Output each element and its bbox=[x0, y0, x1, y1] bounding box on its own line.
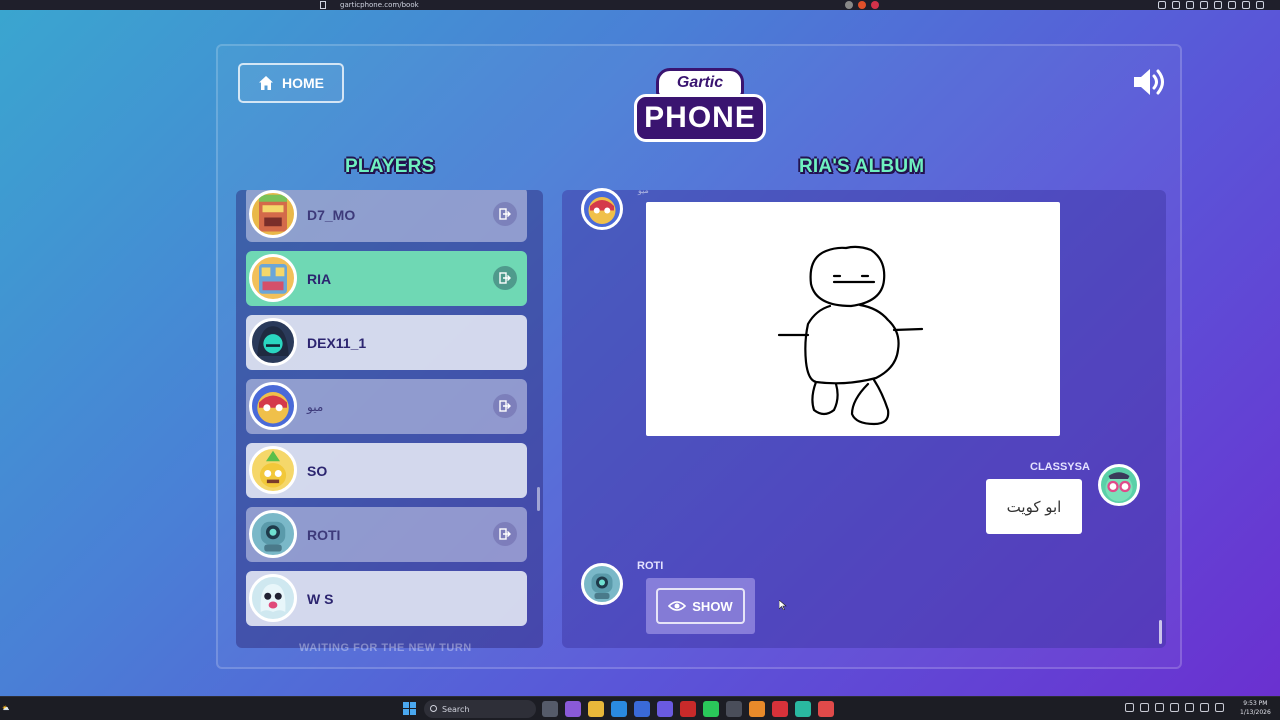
extension-icons bbox=[845, 1, 879, 9]
browser-controls bbox=[1158, 1, 1264, 9]
album-scrollbar[interactable] bbox=[1159, 620, 1162, 644]
exit-icon bbox=[499, 528, 511, 540]
extension-icon[interactable] bbox=[871, 1, 879, 9]
album-drawing bbox=[646, 202, 1060, 436]
sidebar-icon[interactable] bbox=[1186, 1, 1194, 9]
avatar bbox=[249, 510, 297, 558]
player-row: DEX11_1 bbox=[246, 315, 527, 370]
players-heading: PLAYERS bbox=[345, 156, 435, 177]
guess-bubble: ابو كويت bbox=[986, 479, 1082, 534]
taskbar-search[interactable]: Search bbox=[424, 700, 536, 718]
wallet-icon[interactable] bbox=[1214, 1, 1222, 9]
avatar bbox=[249, 574, 297, 622]
avatar bbox=[249, 318, 297, 366]
network-icon[interactable] bbox=[1140, 703, 1149, 712]
file-explorer-icon[interactable] bbox=[588, 701, 604, 717]
player-name: ROTI bbox=[307, 526, 341, 543]
steam-icon[interactable] bbox=[726, 701, 742, 717]
share-icon[interactable] bbox=[845, 1, 853, 9]
avatar bbox=[249, 190, 297, 238]
gartic-phone-logo: Gartic PHONE bbox=[634, 64, 766, 144]
app-icon[interactable] bbox=[795, 701, 811, 717]
address-bar[interactable]: garticphone.com/book bbox=[340, 0, 419, 10]
player-row: D7_MO bbox=[246, 190, 527, 242]
mouse-cursor-icon bbox=[779, 600, 787, 610]
drawing-author: ميو bbox=[638, 186, 649, 195]
player-name: DEX11_1 bbox=[307, 334, 367, 351]
avatar bbox=[249, 446, 297, 494]
outlook-icon[interactable] bbox=[634, 701, 650, 717]
avatar bbox=[249, 382, 297, 430]
task-view-icon[interactable] bbox=[542, 701, 558, 717]
netflix-icon[interactable] bbox=[680, 701, 696, 717]
discord-icon[interactable] bbox=[657, 701, 673, 717]
player-row: SO bbox=[246, 443, 527, 498]
kick-player-button[interactable] bbox=[493, 266, 517, 290]
hidden-entry: SHOW bbox=[646, 578, 755, 634]
guess-text: ابو كويت bbox=[1006, 497, 1062, 516]
weather-widget[interactable]: ⛅ bbox=[2, 705, 9, 712]
exit-icon bbox=[499, 400, 511, 412]
download-icon[interactable] bbox=[1228, 1, 1236, 9]
edge-icon[interactable] bbox=[611, 701, 627, 717]
copilot-icon[interactable] bbox=[565, 701, 581, 717]
eye-icon bbox=[668, 601, 687, 611]
volume-icon[interactable] bbox=[1215, 703, 1224, 712]
waiting-status: WAITING FOR THE NEW TURN bbox=[299, 642, 472, 654]
avatar bbox=[581, 188, 623, 230]
next-author: ROTI bbox=[637, 560, 664, 572]
kick-player-button[interactable] bbox=[493, 394, 517, 418]
players-list[interactable]: D7_MO RIA DEX11_1 ميو SO ROTI W S bbox=[236, 190, 543, 648]
brave-shield-icon[interactable] bbox=[858, 1, 866, 9]
brave-icon[interactable] bbox=[772, 701, 788, 717]
bookmark-icon[interactable] bbox=[320, 1, 326, 9]
chevron-up-icon[interactable] bbox=[1125, 703, 1134, 712]
wifi-icon[interactable] bbox=[1200, 703, 1209, 712]
player-name: D7_MO bbox=[307, 206, 356, 223]
player-name: SO bbox=[307, 462, 328, 479]
app-icon[interactable] bbox=[749, 701, 765, 717]
refresh-icon[interactable] bbox=[1155, 703, 1164, 712]
show-button[interactable]: SHOW bbox=[656, 588, 745, 624]
player-name: W S bbox=[307, 590, 334, 607]
guess-author: CLASSYSA bbox=[1030, 461, 1090, 473]
kick-player-button[interactable] bbox=[493, 202, 517, 226]
exit-icon bbox=[499, 208, 511, 220]
menu-icon[interactable] bbox=[1256, 1, 1264, 9]
exit-icon bbox=[499, 272, 511, 284]
tab-icon[interactable] bbox=[1158, 1, 1166, 9]
music-icon[interactable] bbox=[1172, 1, 1180, 9]
mic-icon[interactable] bbox=[1170, 703, 1179, 712]
whatsapp-icon[interactable] bbox=[703, 701, 719, 717]
search-icon bbox=[430, 705, 437, 712]
language-icon[interactable] bbox=[1185, 703, 1194, 712]
show-label: SHOW bbox=[692, 598, 733, 614]
player-row: ميو bbox=[246, 379, 527, 434]
player-name: RIA bbox=[307, 270, 332, 287]
home-button[interactable]: HOME bbox=[238, 63, 344, 103]
taskbar-clock[interactable]: 9:53 PM 1/13/2026 bbox=[1240, 699, 1271, 717]
window-icon[interactable] bbox=[1200, 1, 1208, 9]
system-tray bbox=[1125, 703, 1224, 712]
home-icon bbox=[259, 76, 273, 90]
windows-taskbar: ⛅ Search 9:53 PM 1/13/2026 bbox=[0, 696, 1280, 720]
home-label: HOME bbox=[282, 75, 324, 91]
document-icon[interactable] bbox=[818, 701, 834, 717]
stick-figure-drawing bbox=[777, 245, 924, 426]
album-heading: RIA'S ALBUM bbox=[799, 156, 925, 177]
browser-toolbar: garticphone.com/book bbox=[0, 0, 1280, 10]
avatar bbox=[249, 254, 297, 302]
player-row: W S bbox=[246, 571, 527, 626]
player-row: RIA bbox=[246, 251, 527, 306]
player-row: ROTI bbox=[246, 507, 527, 562]
player-name: ميو bbox=[307, 399, 324, 414]
kick-player-button[interactable] bbox=[493, 522, 517, 546]
avatar bbox=[581, 563, 623, 605]
vpn-icon[interactable] bbox=[1242, 1, 1250, 9]
taskbar-apps bbox=[542, 701, 834, 717]
players-scrollbar[interactable] bbox=[537, 487, 540, 511]
sound-icon[interactable] bbox=[1132, 66, 1168, 98]
windows-start-icon[interactable] bbox=[403, 702, 416, 715]
avatar bbox=[1098, 464, 1140, 506]
